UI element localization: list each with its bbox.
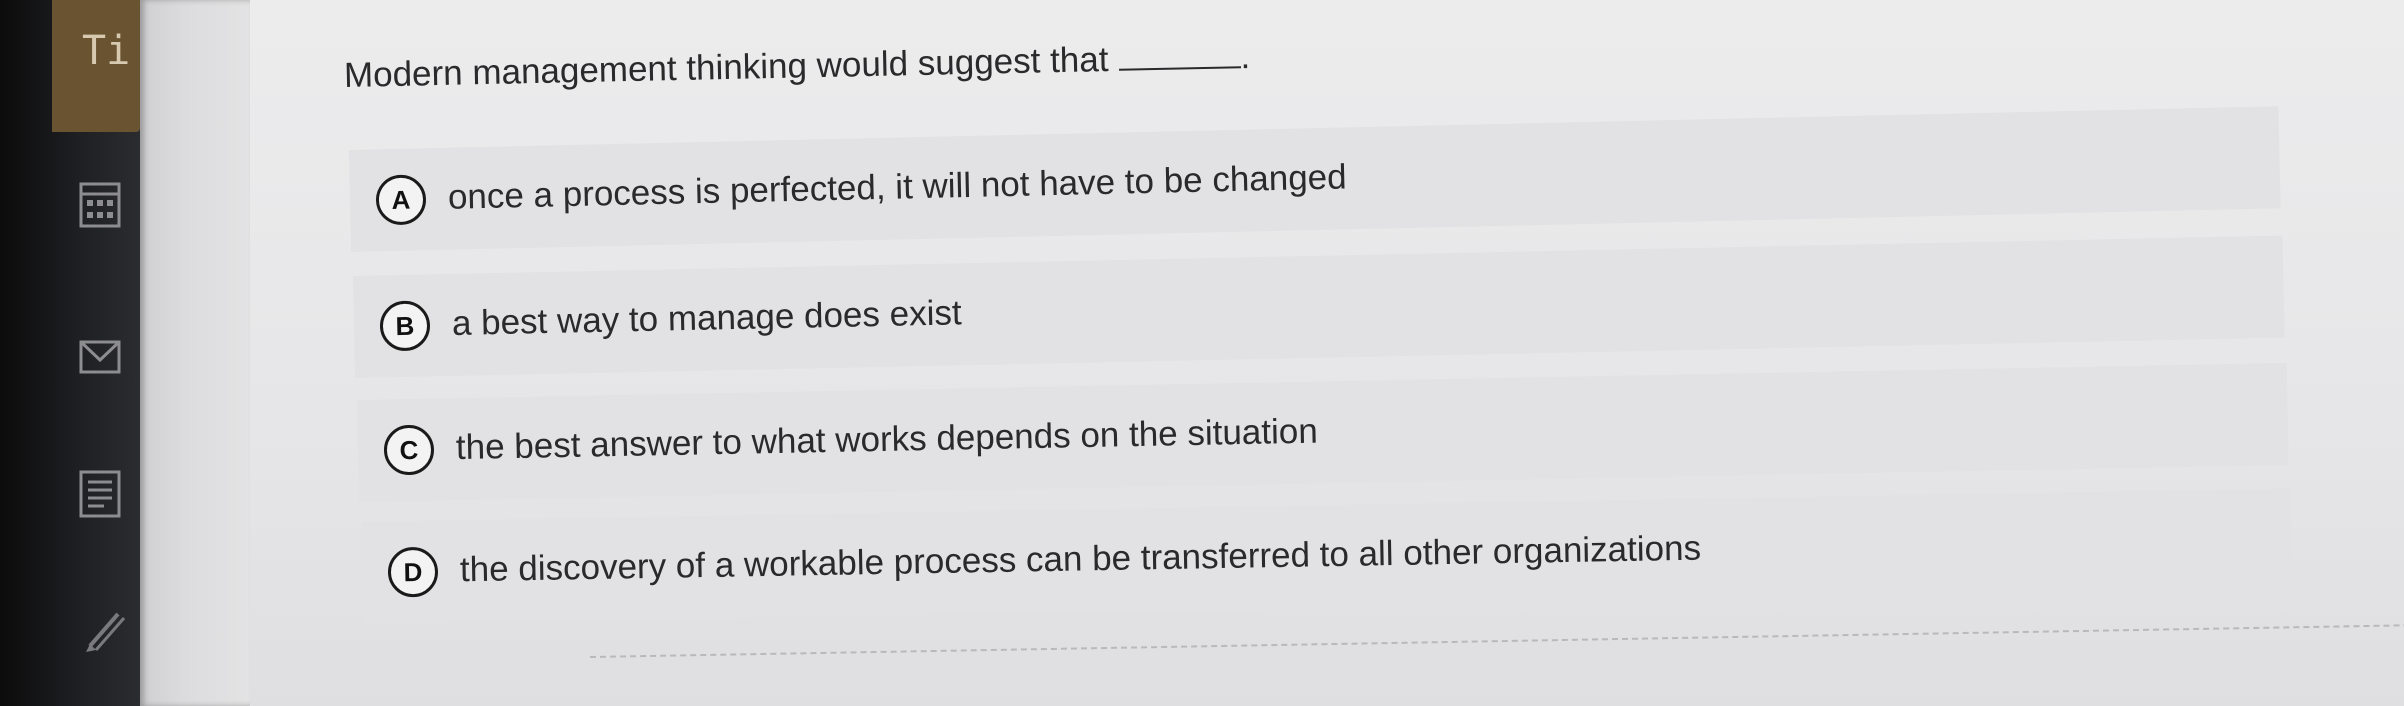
question-trailing: . [1240,37,1251,77]
app-sidebar: Ti [0,0,140,706]
mail-icon[interactable] [78,330,122,384]
question-text: Modern management thinking would suggest… [343,39,1109,95]
option-c-letter[interactable]: C [383,424,435,476]
option-c[interactable]: C the best answer to what works depends … [357,362,2289,502]
active-tab-label: Ti [82,28,131,74]
option-b[interactable]: B a best way to manage does exist [352,235,2285,378]
question-panel: Modern management thinking would suggest… [250,0,2404,706]
option-c-text: the best answer to what works depends on… [455,411,1319,468]
sidebar-gutter [140,0,250,706]
option-b-text: a best way to manage does exist [451,293,962,343]
option-d[interactable]: D the discovery of a workable process ca… [361,488,2293,624]
option-a-letter[interactable]: A [375,174,427,226]
question-stem: Modern management thinking would suggest… [344,37,1251,96]
calendar-icon[interactable] [78,176,122,230]
option-d-letter[interactable]: D [387,546,439,598]
answer-blank [1118,66,1241,71]
option-b-letter[interactable]: B [379,300,431,352]
option-d-text: the discovery of a workable process can … [459,528,1702,590]
active-tab[interactable]: Ti [52,0,140,132]
option-a-text: once a process is perfected, it will not… [447,157,1348,217]
screen: Ti Modern management thinking would sugg… [0,0,2404,706]
document-list-icon[interactable] [78,466,122,520]
option-a[interactable]: A once a process is perfected, it will n… [348,106,2281,252]
section-divider [589,622,2404,658]
pencil-icon[interactable] [84,600,128,654]
